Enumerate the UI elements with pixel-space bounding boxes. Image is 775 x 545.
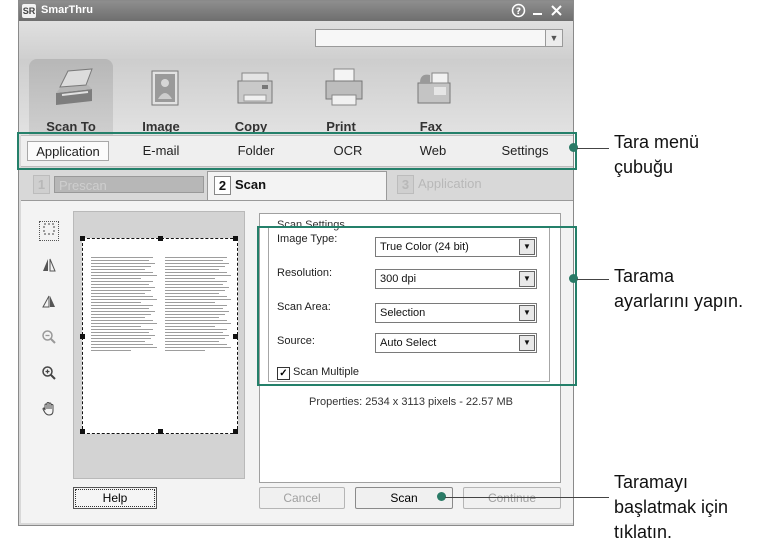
selection-handle[interactable]: [233, 236, 238, 241]
selection-handle[interactable]: [80, 334, 85, 339]
copier-icon: [232, 65, 273, 109]
fax-icon: [412, 65, 452, 109]
selection-handle[interactable]: [158, 429, 163, 434]
marquee-select-icon[interactable]: [39, 221, 59, 241]
step-number: 1: [33, 175, 50, 194]
minimize-icon[interactable]: [530, 3, 545, 18]
window-title: SmarThru: [41, 4, 93, 16]
zoom-in-icon[interactable]: [39, 365, 59, 385]
tab-application[interactable]: 3 Application: [397, 175, 482, 197]
menu-bar-highlight: [17, 132, 577, 170]
step-label: Application: [418, 175, 482, 191]
preview-text-column: [91, 257, 157, 365]
selection-handle[interactable]: [233, 429, 238, 434]
selection-handle[interactable]: [80, 429, 85, 434]
continue-button[interactable]: Continue: [463, 487, 561, 509]
device-select[interactable]: ▼: [315, 29, 563, 47]
toolbar-item-fax[interactable]: Fax: [389, 59, 473, 135]
callout-settings: Tarama ayarlarını yapın.: [614, 264, 743, 314]
image-icon: [142, 65, 182, 109]
main-toolbar: Scan To Image Copy Print Fax: [19, 59, 573, 135]
chevron-down-icon[interactable]: ▼: [545, 30, 562, 46]
help-button[interactable]: Help: [73, 487, 157, 509]
selection-handle[interactable]: [233, 334, 238, 339]
callout-menu-bar: Tara menü çubuğu: [614, 130, 699, 180]
scan-properties: Properties: 2534 x 3113 pixels - 22.57 M…: [308, 396, 514, 408]
hand-pan-icon[interactable]: [39, 401, 59, 421]
toolbar-item-image[interactable]: Image: [119, 59, 203, 135]
callout-text: Tarama: [614, 266, 675, 286]
callout-text: tıklatın.: [614, 522, 673, 542]
title-bar: SR SmarThru ?: [19, 1, 573, 21]
toolbar-item-copy[interactable]: Copy: [209, 59, 293, 135]
selection-handle[interactable]: [158, 236, 163, 241]
top-bar: ▼: [19, 21, 573, 59]
step-label: Prescan: [54, 176, 204, 193]
callout-text: çubuğu: [614, 157, 674, 177]
flip-vertical-icon[interactable]: [39, 293, 59, 313]
zoom-out-icon[interactable]: [39, 329, 59, 349]
close-icon[interactable]: [549, 3, 564, 18]
step-number: 3: [397, 175, 414, 194]
svg-text:?: ?: [516, 7, 521, 17]
app-logo-icon: SR: [22, 4, 36, 18]
callout-line: [577, 279, 609, 280]
callout-text: Taramayı: [614, 472, 689, 492]
cancel-button[interactable]: Cancel: [259, 487, 345, 509]
flip-horizontal-icon[interactable]: [39, 257, 59, 277]
preview-page: [80, 236, 238, 434]
callout-text: başlatmak için: [614, 497, 729, 517]
help-icon[interactable]: ?: [511, 3, 526, 18]
callout-text: Tara menü: [614, 132, 700, 152]
callout-line: [577, 148, 609, 149]
step-number: 2: [214, 176, 231, 195]
callout-text: ayarlarını yapın.: [614, 291, 744, 311]
preview-text-column: [165, 257, 231, 365]
toolbar-item-scan-to[interactable]: Scan To: [29, 59, 113, 135]
scanner-icon: [52, 65, 93, 109]
preview-tools: [35, 217, 63, 437]
scan-preview[interactable]: [73, 211, 245, 479]
selection-handle[interactable]: [80, 236, 85, 241]
step-label: Scan: [235, 176, 267, 192]
settings-highlight: [257, 226, 577, 386]
tab-scan[interactable]: 2 Scan: [207, 171, 387, 201]
toolbar-item-print[interactable]: Print: [299, 59, 383, 135]
tab-prescan[interactable]: 1 Prescan: [33, 175, 213, 197]
printer-icon: [322, 65, 363, 109]
callout-scan: Taramayı başlatmak için tıklatın.: [614, 470, 728, 545]
callout-line: [445, 497, 609, 498]
